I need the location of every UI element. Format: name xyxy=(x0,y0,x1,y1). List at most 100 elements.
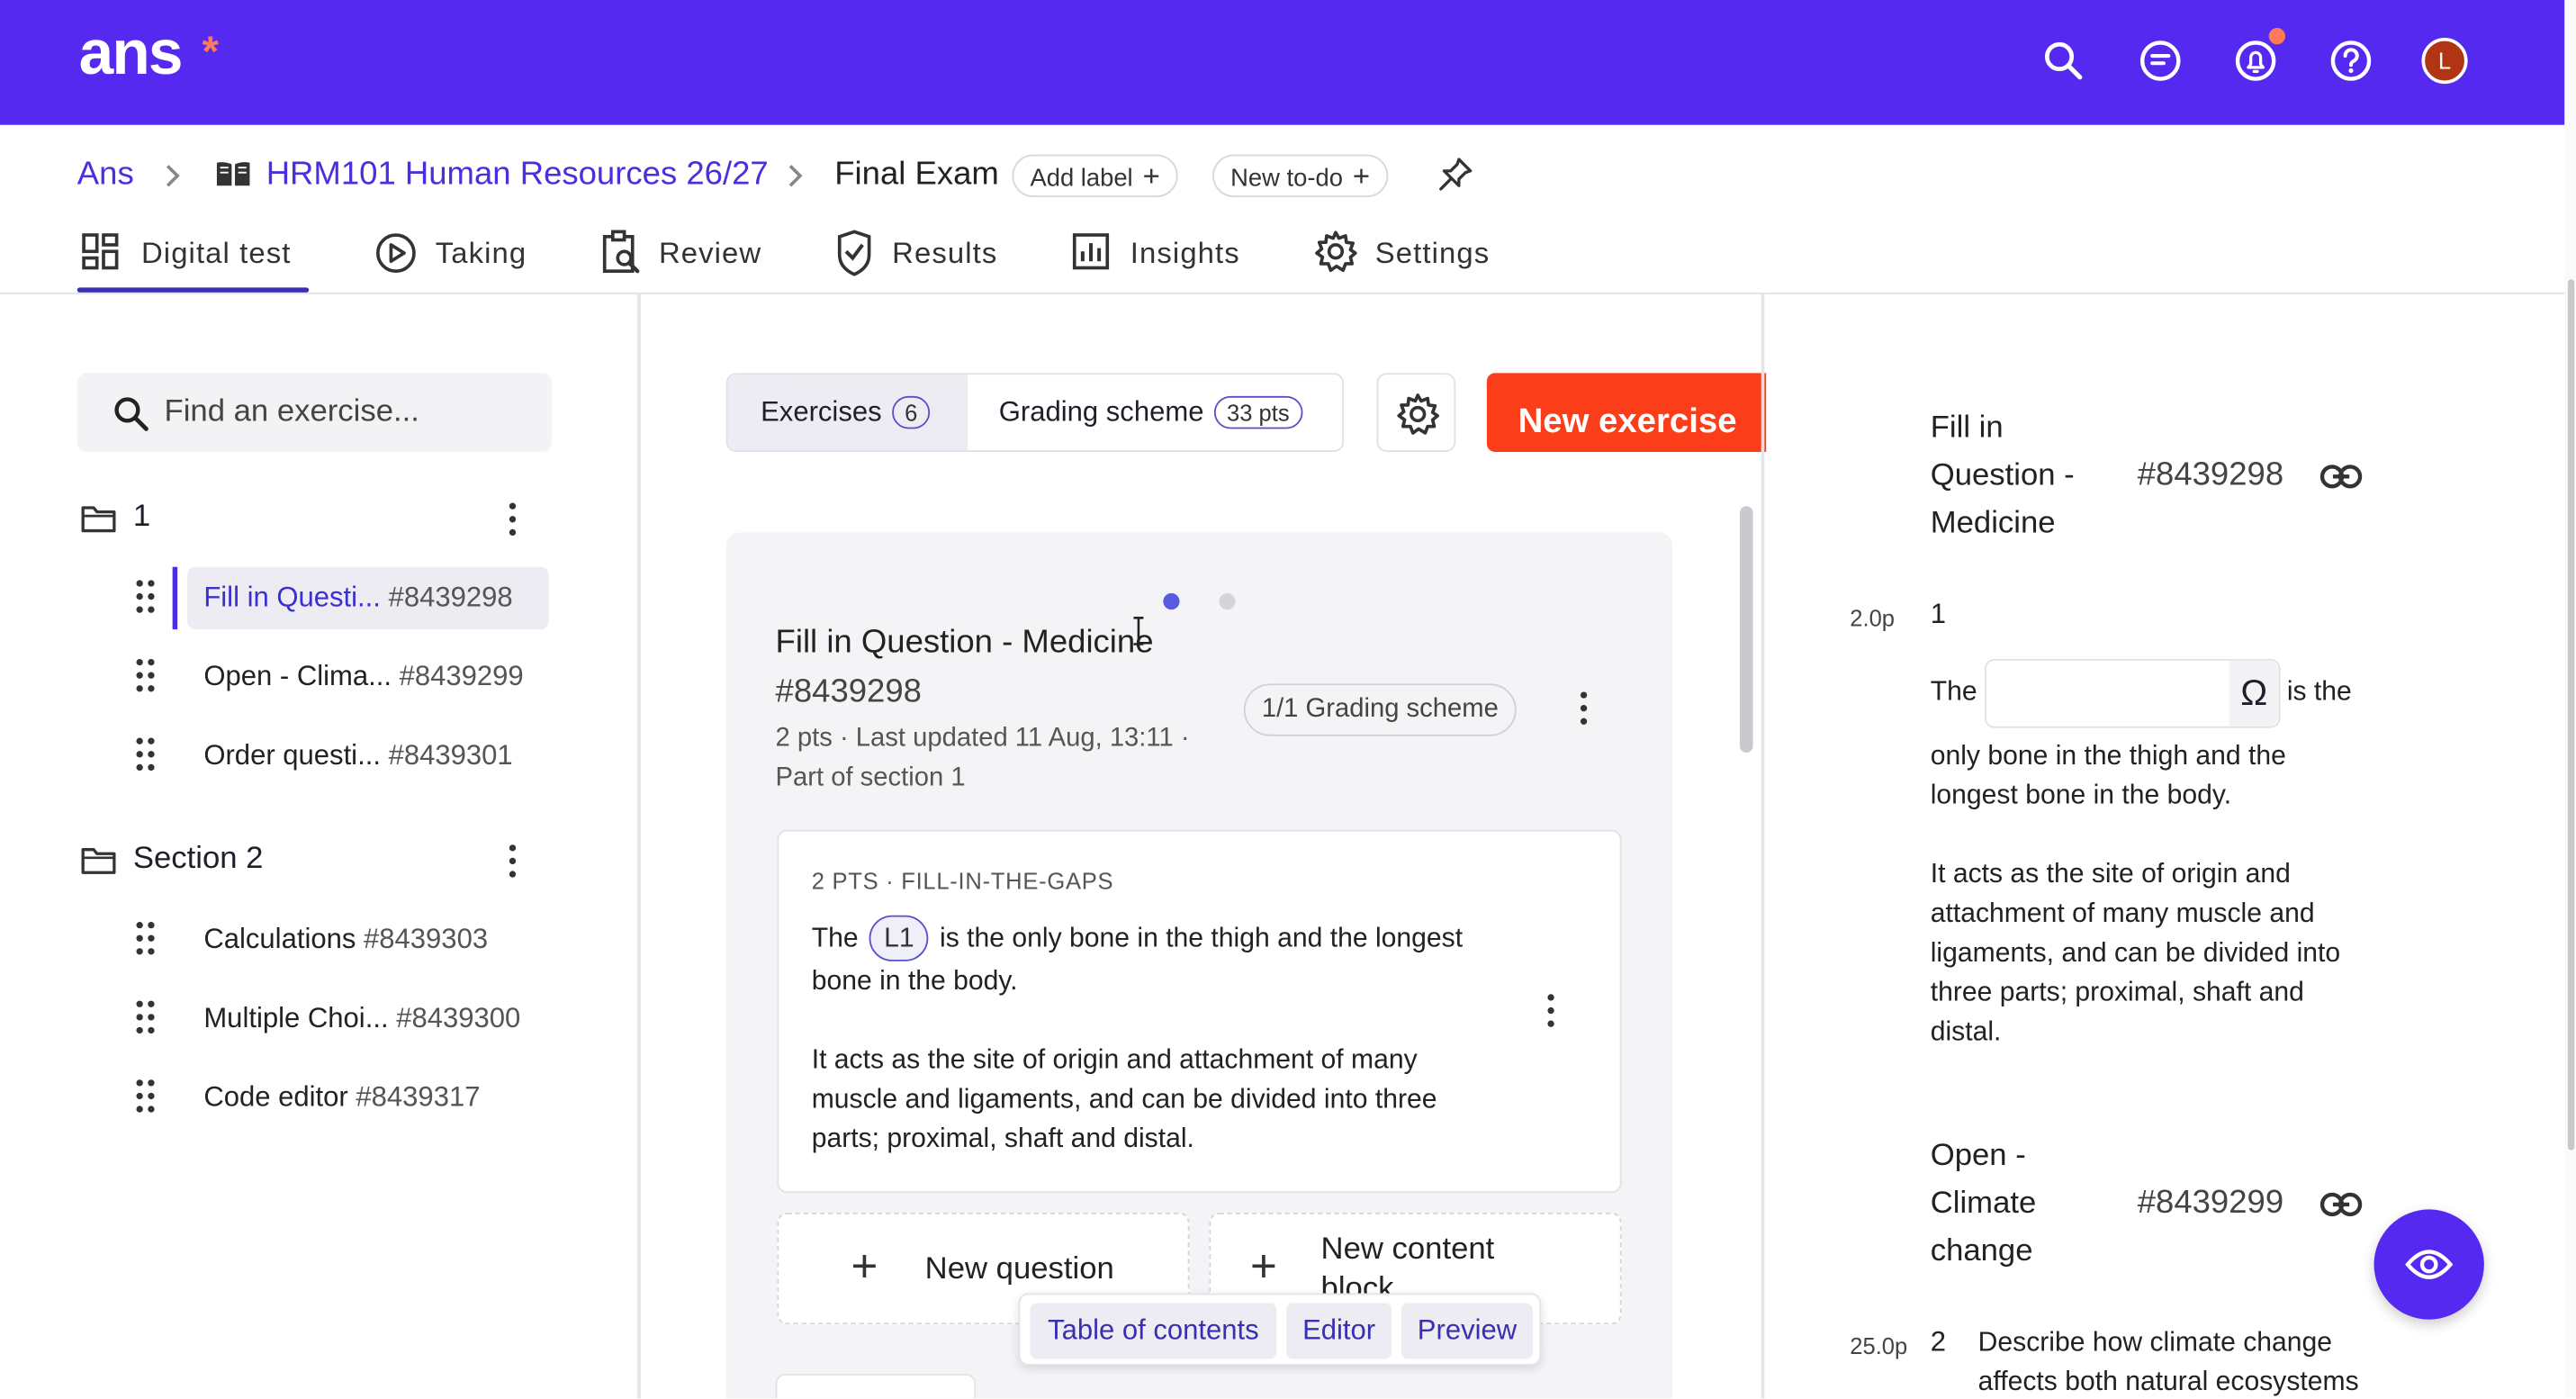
exercise-menu-icon[interactable] xyxy=(1579,691,1589,727)
next-card-stub xyxy=(775,1373,977,1399)
shield-check-icon xyxy=(837,230,871,276)
preview-text-rest: only bone in the thigh and the longest b… xyxy=(1930,741,2286,810)
drag-handle-icon[interactable] xyxy=(135,1079,158,1115)
exercise-search xyxy=(77,373,553,452)
right-panel-divider xyxy=(1761,293,1765,1399)
exercise-settings-button[interactable] xyxy=(1376,373,1456,452)
grading-scheme-pill[interactable]: 1/1 Grading scheme xyxy=(1243,683,1517,736)
gap-answer-input[interactable]: Ω xyxy=(1984,658,2281,728)
link-icon[interactable] xyxy=(2319,1191,2363,1217)
new-todo-button[interactable]: New to-do + xyxy=(1212,154,1389,198)
special-characters-icon[interactable]: Ω xyxy=(2229,660,2279,727)
chevron-right-icon xyxy=(784,161,807,191)
section-folder[interactable]: Section 2 xyxy=(77,838,554,884)
question-card[interactable]: 2 PTS · FILL-IN-THE-GAPS The L1 is the o… xyxy=(777,829,1622,1194)
tab-digital-test[interactable]: Digital test xyxy=(80,230,319,293)
exercise-search-input[interactable] xyxy=(164,389,527,436)
gear-icon xyxy=(1397,393,1439,435)
pin-icon[interactable] xyxy=(1437,156,1473,192)
preview-text-inline: is the xyxy=(2286,677,2352,707)
exercise-id: #8439298 xyxy=(775,673,922,710)
book-icon xyxy=(213,158,253,191)
preview-question-number: 2 xyxy=(1930,1326,1947,1358)
preview-button[interactable]: Preview xyxy=(1401,1303,1534,1359)
chevron-right-icon xyxy=(161,161,185,191)
search-icon xyxy=(114,397,149,431)
play-circle-icon xyxy=(375,233,416,273)
question-menu-icon[interactable] xyxy=(1546,994,1556,1030)
preview-points: 25.0p xyxy=(1850,1332,1908,1359)
tab-settings[interactable]: Settings xyxy=(1314,230,1511,293)
view-segmented-control: Exercises 6 Grading scheme 33 pts xyxy=(725,373,1345,452)
exercise-item[interactable]: Multiple Choi... #8439300 xyxy=(128,988,555,1050)
exercise-title: Fill in Question - Medicine xyxy=(775,624,1154,661)
drag-handle-icon[interactable] xyxy=(135,921,158,958)
top-bar: ans * L xyxy=(0,0,2565,125)
editor-button[interactable]: Editor xyxy=(1286,1303,1392,1359)
logo-star: * xyxy=(202,26,219,76)
editor-scrollbar[interactable] xyxy=(1739,506,1753,753)
preview-question-text: Describe how climate change affects both… xyxy=(1977,1327,2359,1397)
messages-icon[interactable] xyxy=(2136,36,2185,86)
grading-scheme-tab[interactable]: Grading scheme 33 pts xyxy=(999,395,1303,429)
logo[interactable]: ans xyxy=(79,20,184,90)
section-menu-icon[interactable] xyxy=(508,502,518,539)
folder-icon xyxy=(81,506,116,533)
exercise-item[interactable]: Fill in Questi... #8439298 xyxy=(128,566,555,630)
question-type: 2 PTS · FILL-IN-THE-GAPS xyxy=(811,867,1114,894)
eye-icon xyxy=(2405,1250,2454,1279)
preview-paragraph: It acts as the site of origin and attach… xyxy=(1930,859,2341,1047)
gap-chip[interactable]: L1 xyxy=(869,915,930,961)
user-avatar[interactable]: L xyxy=(2421,37,2468,85)
section-folder[interactable]: 1 xyxy=(77,496,554,542)
dashboard-icon xyxy=(82,233,119,270)
exercises-count-badge: 6 xyxy=(891,395,932,429)
tab-results[interactable]: Results xyxy=(834,230,1015,293)
drag-handle-icon[interactable] xyxy=(135,580,158,616)
gear-icon xyxy=(1315,230,1357,273)
link-icon[interactable] xyxy=(2319,464,2363,490)
tab-taking[interactable]: Taking xyxy=(374,230,539,293)
preview-exercise-title: Open - Climate change xyxy=(1930,1138,2037,1269)
drag-handle-icon[interactable] xyxy=(135,658,158,695)
clipboard-search-icon xyxy=(602,230,640,274)
exercise-meta: 2 pts · Last updated 11 Aug, 13:11 · Par… xyxy=(775,724,1190,792)
plus-icon: + xyxy=(851,1241,878,1292)
help-icon[interactable] xyxy=(2327,36,2376,86)
tab-review[interactable]: Review xyxy=(599,230,772,293)
plus-icon: + xyxy=(1352,159,1371,193)
table-of-contents-button[interactable]: Table of contents xyxy=(1030,1303,1277,1359)
exercise-item[interactable]: Order questi... #8439301 xyxy=(128,725,555,787)
preview-exercise-id: #8439298 xyxy=(2137,456,2284,493)
new-exercise-button[interactable]: New exercise xyxy=(1486,373,1767,452)
carousel-dot-active[interactable] xyxy=(1163,592,1180,610)
preview-points: 2.0p xyxy=(1850,604,1896,631)
exercise-item[interactable]: Code editor #8439317 xyxy=(128,1067,555,1129)
search-icon[interactable] xyxy=(2039,36,2088,86)
preview-question-number: 1 xyxy=(1930,598,1947,630)
preview-toggle-button[interactable] xyxy=(2373,1209,2484,1320)
breadcrumb-current: Final Exam xyxy=(834,156,999,193)
page-scrollbar[interactable] xyxy=(2564,0,2576,1399)
drag-handle-icon[interactable] xyxy=(135,737,158,774)
preview-exercise-title: Fill in Question - Medicine xyxy=(1930,411,2075,541)
breadcrumb-root[interactable]: Ans xyxy=(77,156,134,194)
tab-insights[interactable]: Insights xyxy=(1071,230,1260,293)
left-panel-divider xyxy=(637,293,641,1399)
plus-icon: + xyxy=(1250,1241,1277,1292)
grading-points-badge: 33 pts xyxy=(1213,395,1303,429)
drag-handle-icon[interactable] xyxy=(135,1000,158,1037)
carousel-dot[interactable] xyxy=(1219,592,1236,610)
exercise-item[interactable]: Open - Clima... #8439299 xyxy=(128,645,555,708)
bar-chart-icon xyxy=(1072,233,1110,270)
header-divider xyxy=(0,292,2565,294)
breadcrumb-course[interactable]: HRM101 Human Resources 26/27 xyxy=(266,156,769,194)
add-label-button[interactable]: Add label + xyxy=(1012,154,1178,198)
view-toggle-bar: Table of contents Editor Preview xyxy=(1018,1293,1542,1366)
exercise-item[interactable]: Calculations #8439303 xyxy=(128,908,555,970)
text-cursor-icon xyxy=(1132,616,1146,645)
notification-badge xyxy=(2268,28,2285,45)
section-menu-icon[interactable] xyxy=(508,844,518,880)
preview-exercise-id: #8439299 xyxy=(2137,1185,2284,1222)
active-indicator xyxy=(172,566,178,630)
